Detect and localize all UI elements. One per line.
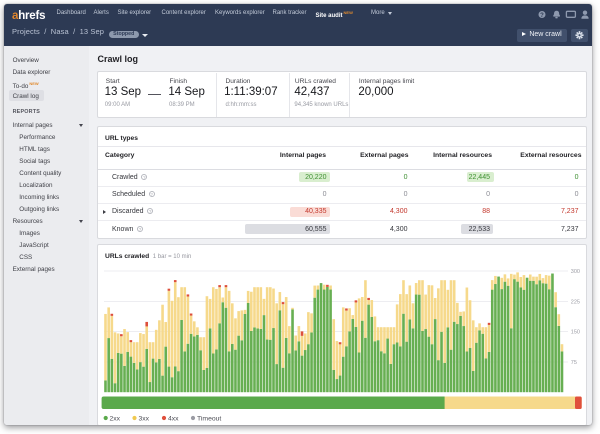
svg-text:300: 300 — [571, 269, 580, 275]
svg-text:4xx: 4xx — [168, 415, 179, 422]
svg-text:75: 75 — [571, 360, 577, 366]
svg-text:150: 150 — [571, 330, 580, 336]
svg-text:Timeout: Timeout — [197, 415, 221, 422]
svg-text:?: ? — [540, 12, 544, 18]
svg-text:225: 225 — [571, 300, 580, 306]
svg-text:3xx: 3xx — [139, 415, 150, 422]
svg-text:2xx: 2xx — [110, 415, 121, 422]
